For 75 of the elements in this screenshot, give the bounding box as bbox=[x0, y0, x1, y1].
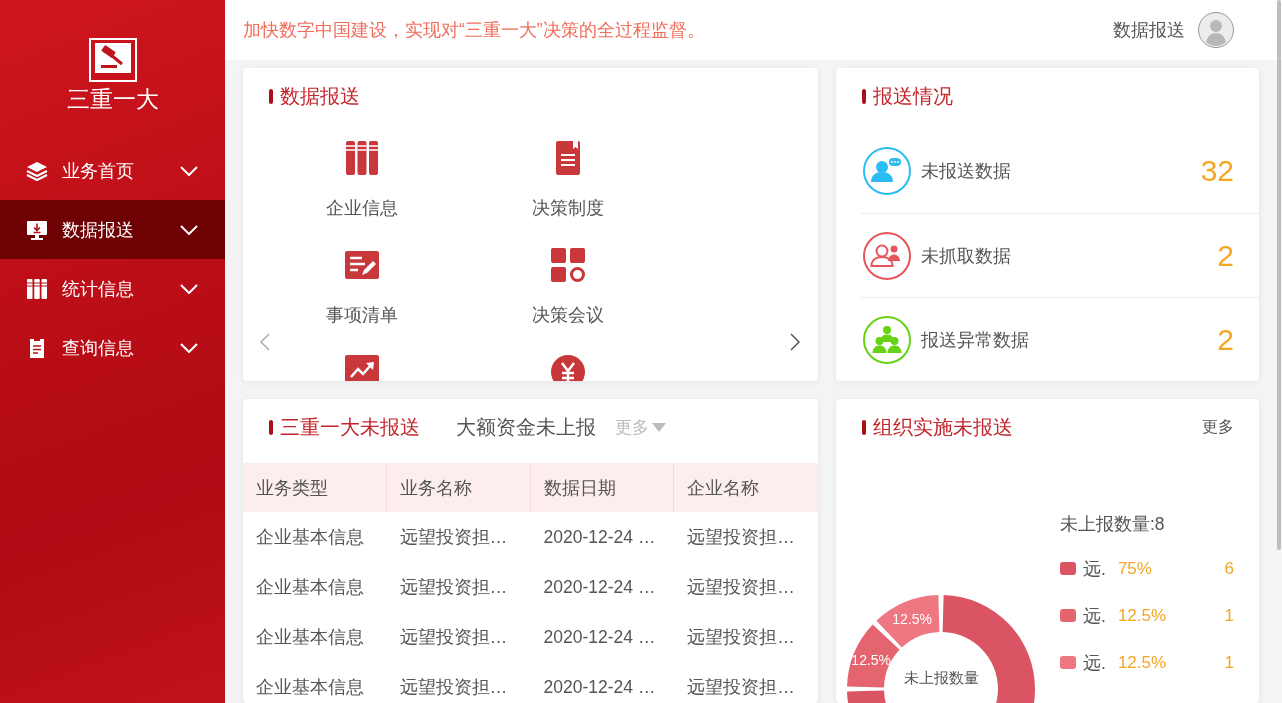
legend-percent: 75% bbox=[1117, 558, 1152, 579]
layers-icon bbox=[26, 159, 48, 182]
count-value: 2 bbox=[1217, 240, 1234, 271]
table-cell-text: 企业基本信息 bbox=[255, 526, 365, 549]
table-cell-text: 远望投资担… bbox=[686, 576, 796, 599]
accent-bar-icon bbox=[269, 419, 273, 435]
user-label: 数据报送 bbox=[1113, 19, 1185, 42]
status-label: 报送异常数据 bbox=[921, 328, 1029, 352]
legend-count: 1 bbox=[1224, 605, 1234, 626]
gavel-logo-icon bbox=[88, 38, 137, 82]
caret-down-icon bbox=[652, 422, 666, 432]
status-label: 未报送数据 bbox=[921, 160, 1011, 183]
legend-count: 6 bbox=[1224, 558, 1234, 579]
chevron-down-icon bbox=[180, 224, 198, 235]
card-title: 报送情况 bbox=[873, 83, 953, 109]
legend-percent: 12.5% bbox=[1117, 605, 1167, 626]
data-label: 12.5% bbox=[892, 611, 932, 628]
table-cell-text: 远望投资担… bbox=[686, 526, 796, 549]
legend-count: 1 bbox=[1224, 652, 1234, 673]
nav-item[interactable]: 查询信息 bbox=[0, 318, 225, 377]
shortcut-tile[interactable]: 事项清单 bbox=[326, 247, 398, 325]
table-cell-text: 2020-12-24 … bbox=[542, 525, 657, 549]
table-cell-text: 远望投资担… bbox=[398, 676, 509, 699]
table-cell-text: 远望投资担… bbox=[686, 676, 796, 699]
nav-item[interactable]: 统计信息 bbox=[0, 259, 225, 318]
table-cell-text: 2020-12-24 … bbox=[542, 575, 657, 599]
table-cell-text: 企业基本信息 bbox=[255, 676, 365, 699]
count-value: 32 bbox=[1200, 156, 1234, 186]
table-cell-text: 2020-12-24 … bbox=[542, 675, 657, 699]
chevron-down-icon bbox=[180, 342, 198, 353]
trend-chart-icon[interactable] bbox=[344, 354, 380, 381]
next-button[interactable] bbox=[790, 333, 800, 351]
accent-bar-icon bbox=[269, 88, 273, 104]
status-label: 未抓取数据 bbox=[921, 244, 1011, 268]
legend-name: 远. bbox=[1083, 604, 1106, 628]
chevron-down-icon bbox=[180, 165, 198, 176]
table-cell-text: 企业基本信息 bbox=[255, 626, 365, 649]
accent-bar-icon bbox=[862, 88, 866, 104]
tab[interactable]: 三重一大未报送 bbox=[269, 413, 420, 441]
chevron-down-icon bbox=[180, 283, 198, 294]
chevron-left-icon bbox=[260, 333, 270, 351]
slogan-text: 加快数字中国建设，实现对“三重一大”决策的全过程监督。 bbox=[243, 19, 705, 42]
column-header: 企业名称 bbox=[674, 463, 818, 512]
table-cell-text: 远望投资担… bbox=[398, 626, 509, 649]
column-header: 业务类型 bbox=[243, 463, 387, 512]
column-header: 业务名称 bbox=[386, 463, 531, 512]
legend-name: 远. bbox=[1083, 557, 1106, 581]
chevron-right-icon bbox=[790, 333, 800, 351]
table-cell-text: 远望投资担… bbox=[398, 576, 509, 599]
books-icon bbox=[26, 277, 48, 300]
legend-total: 未上报数量:8 bbox=[1060, 514, 1165, 534]
legend-name: 远. bbox=[1083, 651, 1106, 675]
yen-coin-icon[interactable] bbox=[550, 354, 586, 381]
scrollbar-thumb[interactable] bbox=[1277, 0, 1281, 550]
card-title: 组织实施未报送 bbox=[873, 414, 1013, 440]
column-header: 数据日期 bbox=[530, 463, 675, 512]
card-title: 数据报送 bbox=[280, 83, 360, 109]
legend-percent: 12.5% bbox=[1117, 652, 1167, 673]
tab[interactable]: 大额资金未上报 bbox=[456, 413, 596, 441]
shortcut-tile[interactable]: 决策会议 bbox=[532, 247, 604, 325]
shortcut-tile[interactable]: 决策制度 bbox=[532, 140, 604, 218]
table-cell-text: 企业基本信息 bbox=[255, 576, 365, 599]
data-label: 12.5% bbox=[851, 652, 892, 669]
accent-bar-icon bbox=[862, 419, 866, 435]
nav-item[interactable]: 数据报送 bbox=[0, 200, 225, 259]
shortcut-tile[interactable]: 企业信息 bbox=[326, 140, 398, 218]
table-cell-text: 远望投资担… bbox=[398, 526, 509, 549]
table-cell-text: 远望投资担… bbox=[686, 626, 796, 649]
more-link[interactable]: 更多 bbox=[1202, 416, 1234, 438]
nav-item[interactable]: 业务首页 bbox=[0, 141, 225, 200]
monitor-download-icon bbox=[26, 218, 48, 241]
table-cell-text: 2020-12-24 … bbox=[542, 625, 657, 649]
center-label: 未上报数量 bbox=[903, 668, 979, 686]
count-value: 2 bbox=[1217, 324, 1234, 355]
logo-text: 三重一大 bbox=[66, 87, 159, 113]
